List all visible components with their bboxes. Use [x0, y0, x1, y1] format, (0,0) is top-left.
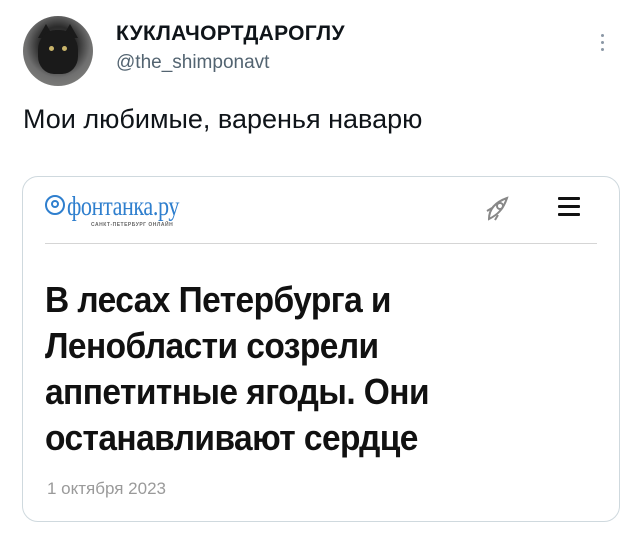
card-divider: [45, 243, 597, 244]
rocket-icon[interactable]: [483, 193, 513, 223]
avatar-cat-head: [38, 30, 78, 74]
article-date: 1 октября 2023: [47, 479, 166, 498]
brand-name: фонтанка.ру: [67, 191, 180, 221]
more-vertical-icon[interactable]: [601, 34, 605, 55]
link-card[interactable]: фонтанка.ру САНКТ-ПЕТЕРБУРГ ОНЛАЙН В лес…: [22, 176, 620, 522]
article-headline[interactable]: В лесах Петербурга и Ленобласти созрели …: [45, 277, 561, 461]
tweet-text: Мои любимые, варенья наварю: [23, 104, 423, 134]
user-handle[interactable]: @the_shimponavt: [116, 52, 269, 74]
avatar-cat-eye: [49, 46, 54, 51]
display-name[interactable]: КУКЛАЧОРТДАРОГЛУ: [116, 22, 345, 46]
brand-tagline: САНКТ-ПЕТЕРБУРГ ОНЛАЙН: [91, 222, 174, 228]
avatar-cat-eye: [62, 46, 67, 51]
hamburger-menu-icon[interactable]: [558, 197, 580, 221]
fontanka-logo-icon: [45, 195, 65, 215]
avatar[interactable]: [23, 16, 93, 86]
